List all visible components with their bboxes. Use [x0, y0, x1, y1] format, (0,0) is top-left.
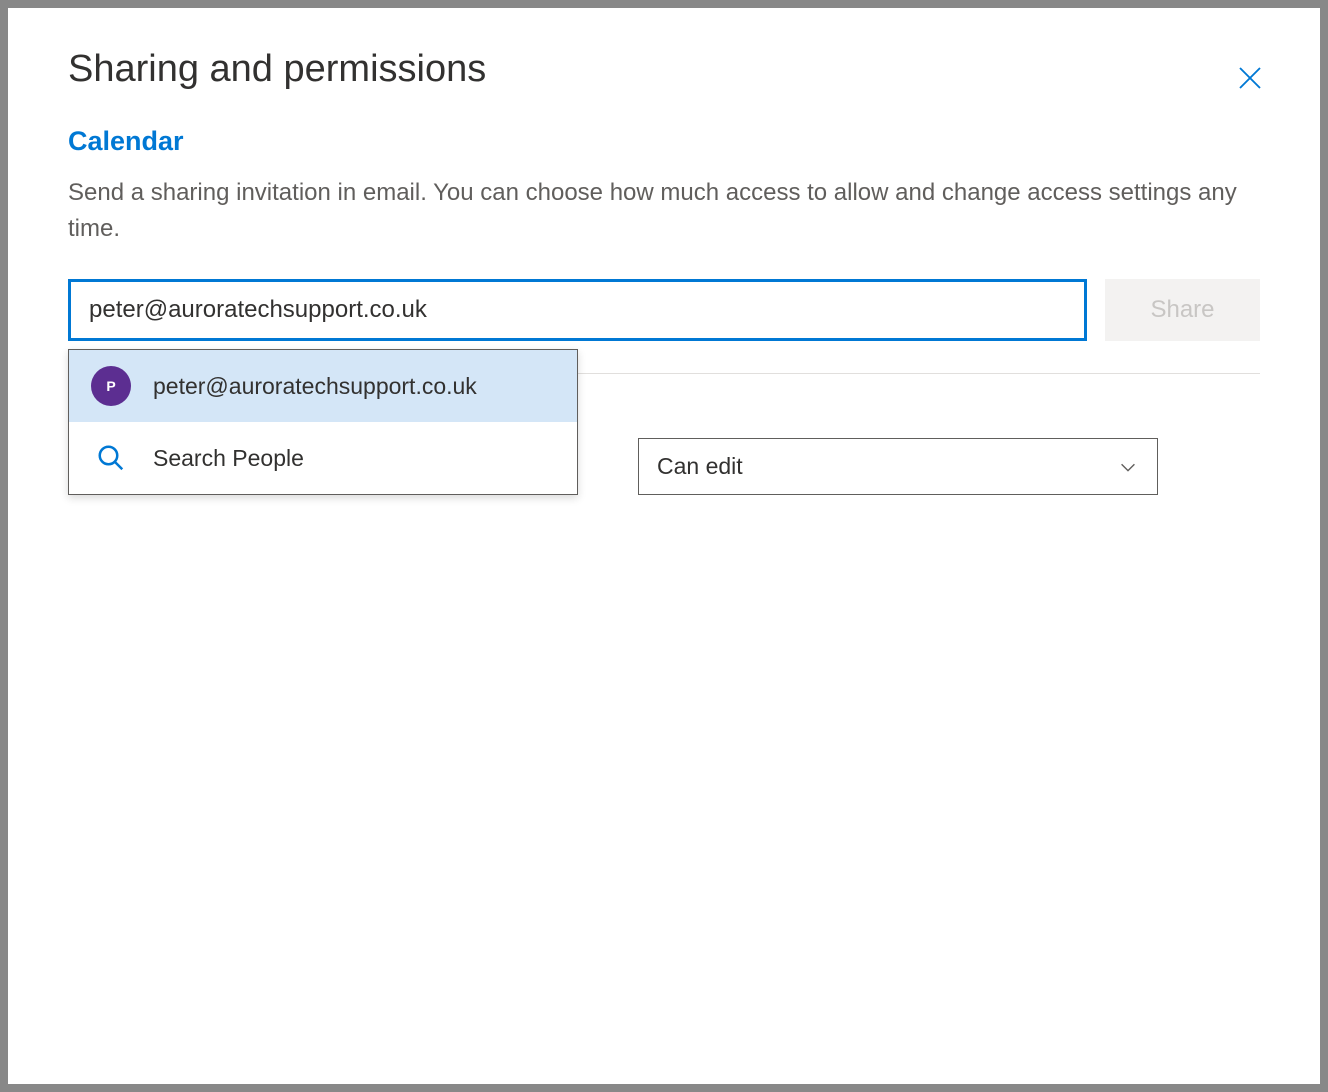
search-icon	[91, 438, 131, 478]
close-button[interactable]	[1235, 63, 1265, 93]
close-icon	[1235, 63, 1265, 93]
permission-value: Can edit	[657, 453, 743, 480]
dialog-description: Send a sharing invitation in email. You …	[68, 175, 1260, 247]
share-input-row: Share P peter@auroratechsupport.co.uk Se…	[68, 279, 1260, 341]
suggestion-search-people[interactable]: Search People	[69, 422, 577, 494]
email-input[interactable]	[68, 279, 1087, 341]
chevron-down-icon	[1117, 456, 1139, 478]
avatar: P	[91, 366, 131, 406]
dialog-title: Sharing and permissions	[68, 48, 1260, 91]
suggestion-dropdown: P peter@auroratechsupport.co.uk Search P…	[68, 349, 578, 495]
search-people-label: Search People	[153, 445, 304, 472]
sharing-dialog: Sharing and permissions Calendar Send a …	[8, 8, 1320, 1084]
calendar-subtitle: Calendar	[68, 126, 1260, 157]
permission-select[interactable]: Can edit	[638, 438, 1158, 495]
suggestion-email: peter@auroratechsupport.co.uk	[153, 373, 477, 400]
suggestion-person[interactable]: P peter@auroratechsupport.co.uk	[69, 350, 577, 422]
share-button[interactable]: Share	[1105, 279, 1260, 341]
